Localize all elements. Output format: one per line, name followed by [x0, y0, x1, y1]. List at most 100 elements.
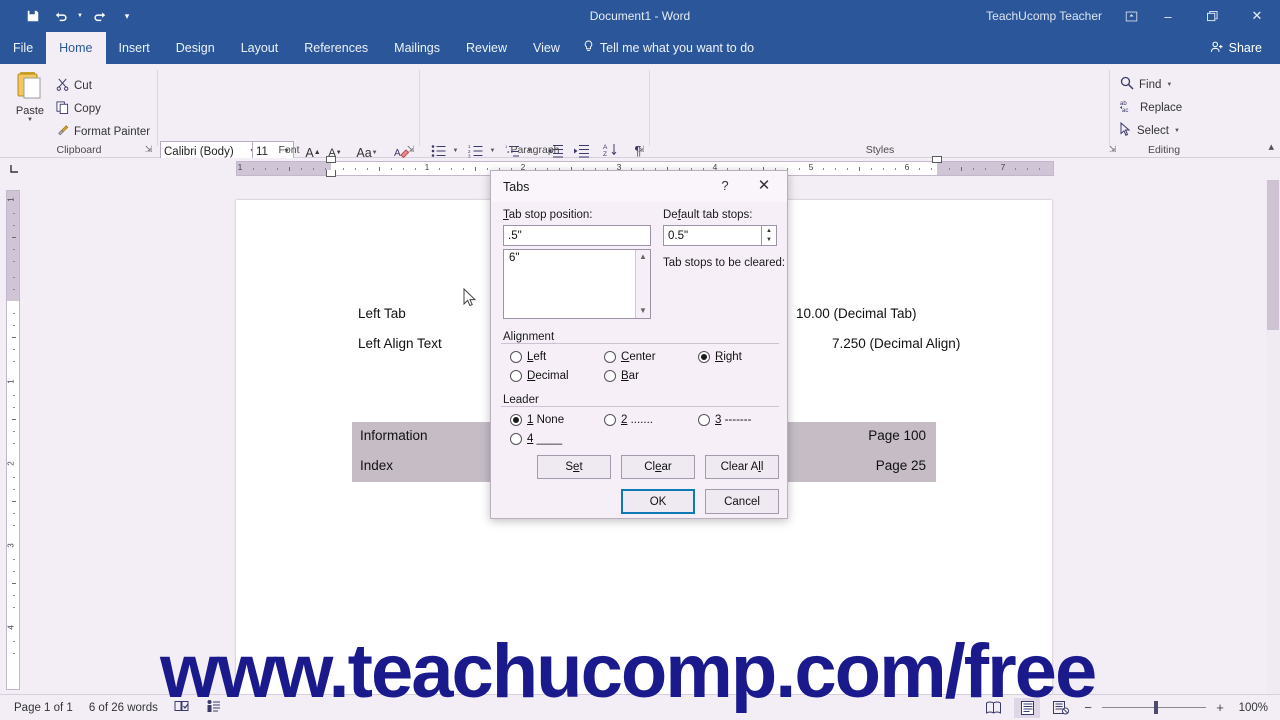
scroll-up-icon[interactable]: ▲: [636, 250, 650, 264]
restore-button[interactable]: [1190, 0, 1234, 32]
clear-button[interactable]: Clear: [621, 455, 695, 479]
radio-indicator[interactable]: [698, 351, 710, 363]
font-dialog-launcher[interactable]: ⇲: [405, 144, 416, 155]
radio-indicator[interactable]: [510, 414, 522, 426]
radio-leader-dashes[interactable]: 3 -------: [698, 414, 751, 426]
page-indicator[interactable]: Page 1 of 1: [14, 702, 73, 714]
tell-me-label: Tell me what you want to do: [599, 41, 755, 55]
copy-button[interactable]: Copy: [56, 99, 101, 119]
radio-indicator[interactable]: [510, 370, 522, 382]
tab-view[interactable]: View: [520, 32, 573, 64]
radio-leader-dots[interactable]: 2 .......: [604, 414, 653, 426]
doc-text-decimal-tab: 10.00 (Decimal Tab): [796, 306, 917, 321]
tab-selector-button[interactable]: [6, 161, 23, 176]
radio-label: Left: [527, 351, 547, 363]
paste-button[interactable]: Paste ▼: [8, 68, 52, 138]
spinner-down-icon[interactable]: ▼: [762, 236, 776, 246]
ok-button[interactable]: OK: [621, 489, 695, 514]
radio-indicator[interactable]: [604, 351, 616, 363]
radio-align-center[interactable]: Center: [604, 351, 656, 363]
zoom-level[interactable]: 100%: [1234, 702, 1268, 714]
clear-all-button[interactable]: Clear All: [705, 455, 779, 479]
paragraph-dialog-launcher[interactable]: ⇲: [635, 144, 646, 155]
right-indent-marker[interactable]: [932, 156, 942, 163]
close-button[interactable]: ✕: [1234, 0, 1280, 32]
word-count[interactable]: 6 of 26 words: [89, 702, 158, 714]
clipboard-dialog-launcher[interactable]: ⇲: [143, 144, 154, 155]
radio-indicator[interactable]: [698, 414, 710, 426]
tab-home[interactable]: Home: [46, 32, 106, 64]
paste-dropdown-icon[interactable]: ▼: [27, 117, 33, 123]
scrollbar-thumb[interactable]: [1267, 180, 1279, 330]
save-icon[interactable]: [20, 4, 46, 28]
ribbon-tab-bar: File Home Insert Design Layout Reference…: [0, 32, 1280, 64]
tab-stop-position-input[interactable]: .5": [503, 225, 651, 246]
replace-icon: ab ac: [1120, 99, 1135, 116]
doc-text-left-align: Left Align Text: [358, 336, 442, 351]
radio-indicator[interactable]: [510, 433, 522, 445]
tab-file[interactable]: File: [0, 32, 46, 64]
ruler-number: 5: [808, 162, 814, 172]
share-button[interactable]: Share: [1202, 37, 1270, 59]
ribbon-display-options-icon[interactable]: [1116, 0, 1146, 32]
tab-mailings[interactable]: Mailings: [381, 32, 453, 64]
list-scrollbar[interactable]: ▲ ▼: [635, 250, 650, 318]
radio-indicator[interactable]: [604, 414, 616, 426]
radio-align-decimal[interactable]: Decimal: [510, 370, 569, 382]
doc-text-decimal-align: 7.250 (Decimal Align): [832, 336, 961, 351]
ruler-left-margin: [237, 162, 331, 175]
radio-leader-underline[interactable]: 4 ____: [510, 433, 562, 445]
radio-indicator[interactable]: [604, 370, 616, 382]
redo-icon[interactable]: [86, 4, 112, 28]
select-dropdown-icon[interactable]: ▼: [1174, 128, 1180, 134]
vertical-ruler[interactable]: 1 1 2 3 4: [6, 190, 20, 690]
tab-design[interactable]: Design: [163, 32, 228, 64]
tab-review[interactable]: Review: [453, 32, 520, 64]
group-label-styles: Styles: [865, 144, 895, 156]
radio-leader-none[interactable]: 1 None: [510, 414, 564, 426]
group-label-editing: Editing: [1147, 144, 1181, 156]
spinner-buttons[interactable]: ▲ ▼: [761, 226, 776, 245]
user-account-name[interactable]: TeachUcomp Teacher: [986, 9, 1102, 23]
replace-button[interactable]: ab ac Replace: [1120, 97, 1182, 118]
list-item[interactable]: 6": [504, 250, 650, 266]
replace-label: Replace: [1140, 101, 1183, 114]
alignment-group-line: [501, 343, 779, 344]
radio-align-bar[interactable]: Bar: [604, 370, 639, 382]
ruler-number: 7: [1000, 162, 1006, 172]
format-painter-button[interactable]: Format Painter: [56, 122, 150, 142]
tab-layout[interactable]: Layout: [228, 32, 292, 64]
find-dropdown-icon[interactable]: ▼: [1166, 82, 1172, 88]
hanging-indent-marker[interactable]: [326, 170, 336, 177]
tabs-dialog[interactable]: Tabs ? ✕ Tab stop position: .5" 6" ▲ ▼ D…: [490, 170, 788, 519]
radio-indicator[interactable]: [510, 351, 522, 363]
first-line-indent-marker[interactable]: [326, 156, 336, 163]
cancel-button[interactable]: Cancel: [705, 489, 779, 514]
scissors-icon: [56, 78, 69, 94]
minimize-button[interactable]: –: [1146, 0, 1190, 32]
close-icon[interactable]: ✕: [751, 175, 777, 197]
radio-align-right[interactable]: Right: [698, 351, 742, 363]
default-tab-stops-input[interactable]: 0.5" ▲ ▼: [663, 225, 777, 246]
radio-align-left[interactable]: Left: [510, 351, 546, 363]
tab-stop-list[interactable]: 6" ▲ ▼: [503, 249, 651, 319]
find-button[interactable]: Find ▼: [1120, 74, 1172, 95]
cut-button[interactable]: Cut: [56, 76, 92, 96]
tell-me-box[interactable]: Tell me what you want to do: [573, 32, 764, 64]
vruler-number: 4: [6, 625, 16, 630]
scroll-down-icon[interactable]: ▼: [636, 304, 650, 318]
customize-qat-icon[interactable]: ▾: [114, 4, 140, 28]
undo-icon[interactable]: [48, 4, 74, 28]
set-button[interactable]: Set: [537, 455, 611, 479]
tab-references[interactable]: References: [291, 32, 381, 64]
help-icon[interactable]: ?: [715, 176, 735, 196]
collapse-ribbon-button[interactable]: ▴: [1268, 140, 1274, 153]
tab-insert[interactable]: Insert: [106, 32, 163, 64]
spinner-up-icon[interactable]: ▲: [762, 226, 776, 236]
leader-group-line: [501, 406, 779, 407]
vertical-scrollbar[interactable]: [1266, 180, 1280, 694]
radio-label: Decimal: [527, 370, 569, 382]
undo-dropdown-icon[interactable]: ▼: [76, 4, 84, 28]
select-button[interactable]: Select ▼: [1120, 120, 1180, 141]
zoom-in-button[interactable]: +: [1214, 700, 1226, 715]
